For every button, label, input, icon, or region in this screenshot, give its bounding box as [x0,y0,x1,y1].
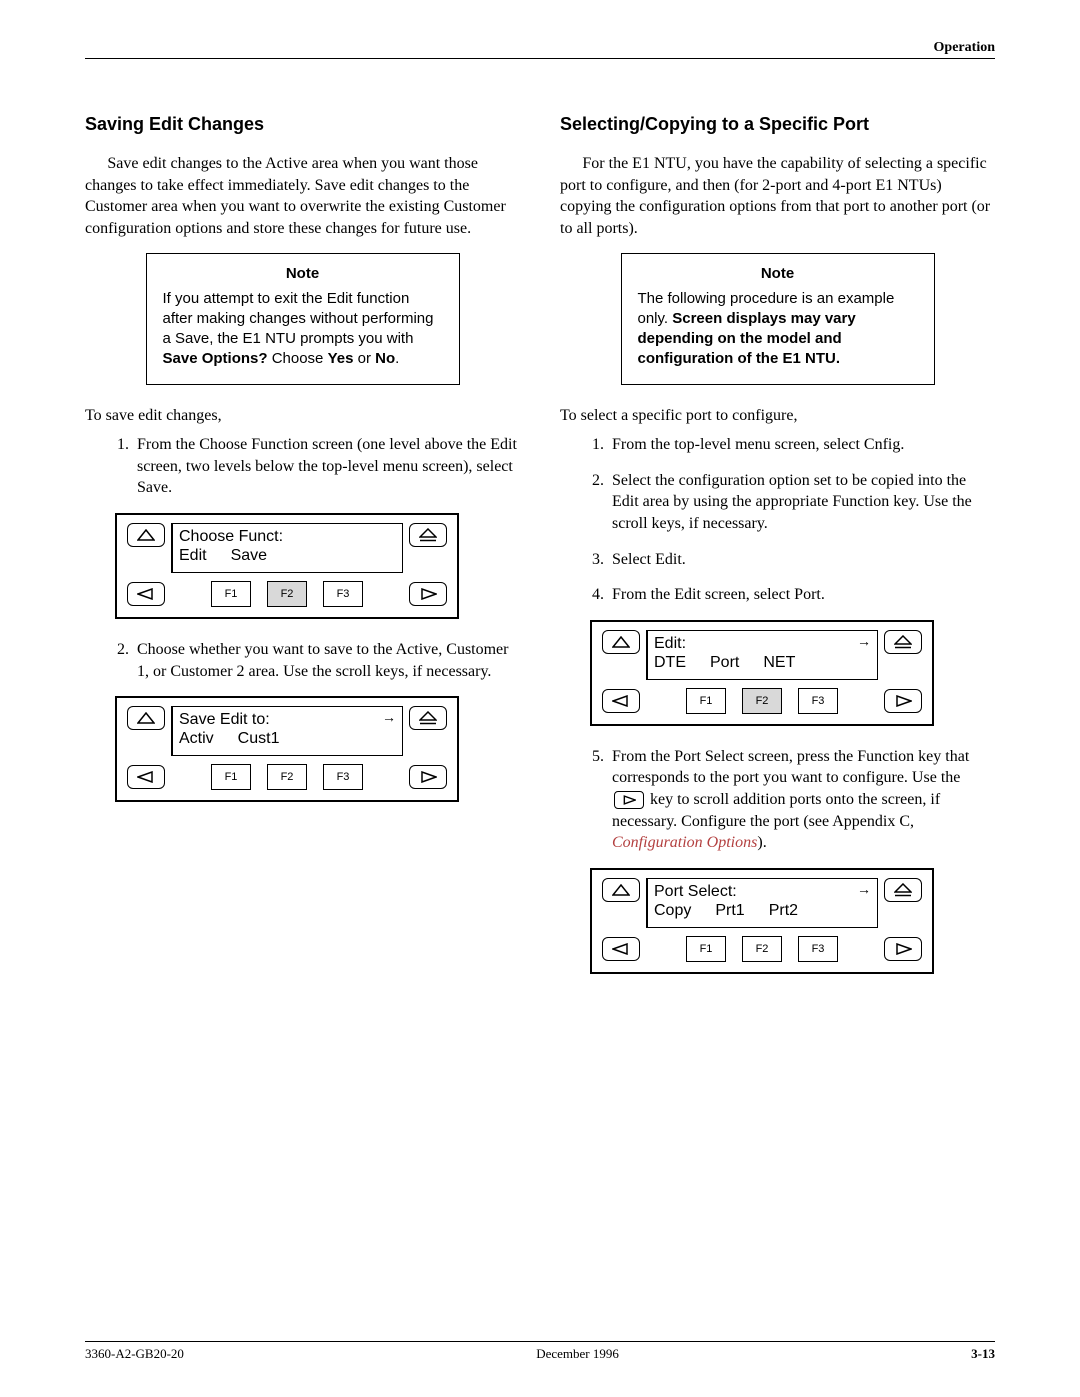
right-arrow-button[interactable] [409,582,447,606]
note-title: Note [163,264,443,284]
continue-arrow-icon: → [382,709,396,726]
left-arrow-button[interactable] [602,689,640,713]
left-arrow-button[interactable] [127,765,165,789]
left-lead: To save edit changes, [85,405,520,427]
content-columns: Saving Edit Changes Save edit changes to… [85,114,995,994]
right-arrow-button[interactable] [409,765,447,789]
up-arrow-button[interactable] [602,878,640,902]
down-arrow-button[interactable] [884,878,922,902]
lcd-panel-save-edit: → Save Edit to: Activ Cust1 [115,696,520,802]
lcd-screen: Choose Funct: Edit Save [171,523,403,573]
left-steps: From the Choose Function screen (one lev… [85,434,520,499]
right-column: Selecting/Copying to a Specific Port For… [560,114,995,994]
lcd-panel-choose-funct: Choose Funct: Edit Save [115,513,520,619]
f2-key[interactable]: F2 [742,936,782,962]
left-step-2: Choose whether you want to save to the A… [133,639,520,682]
right-steps-cont: From the Port Select screen, press the F… [560,746,995,854]
page: Operation Saving Edit Changes Save edit … [0,0,1080,1397]
right-steps: From the top-level menu screen, select C… [560,434,995,606]
f3-key[interactable]: F3 [798,936,838,962]
right-arrow-button[interactable] [884,689,922,713]
page-header: Operation [85,40,995,59]
continue-arrow-icon: → [857,633,871,650]
left-intro: Save edit changes to the Active area whe… [85,153,520,239]
footer-date: December 1996 [184,1346,971,1362]
right-heading: Selecting/Copying to a Specific Port [560,114,995,135]
up-arrow-button[interactable] [127,706,165,730]
left-arrow-button[interactable] [127,582,165,606]
f1-key[interactable]: F1 [686,688,726,714]
right-arrow-inline-icon [614,791,644,809]
left-arrow-button[interactable] [602,937,640,961]
f1-key[interactable]: F1 [211,764,251,790]
page-footer: 3360-A2-GB20-20 December 1996 3-13 [85,1341,995,1362]
left-note: Note If you attempt to exit the Edit fun… [146,253,460,384]
down-arrow-button[interactable] [884,630,922,654]
right-step-4: From the Edit screen, select Port. [608,584,995,606]
lcd-screen: → Port Select: Copy Prt1 Prt2 [646,878,878,928]
right-step-1: From the top-level menu screen, select C… [608,434,995,456]
left-heading: Saving Edit Changes [85,114,520,135]
right-step-5: From the Port Select screen, press the F… [608,746,995,854]
right-step-3: Select Edit. [608,549,995,571]
f3-key[interactable]: F3 [798,688,838,714]
f2-key[interactable]: F2 [267,764,307,790]
note-body: The following procedure is an example on… [638,289,918,370]
right-note: Note The following procedure is an examp… [621,253,935,384]
down-arrow-button[interactable] [409,523,447,547]
footer-doc-id: 3360-A2-GB20-20 [85,1346,184,1362]
f3-key[interactable]: F3 [323,764,363,790]
right-arrow-button[interactable] [884,937,922,961]
continue-arrow-icon: → [857,881,871,898]
up-arrow-button[interactable] [602,630,640,654]
lcd-screen: → Edit: DTE Port NET [646,630,878,680]
footer-page-number: 3-13 [971,1346,995,1362]
right-lead: To select a specific port to configure, [560,405,995,427]
right-intro: For the E1 NTU, you have the capability … [560,153,995,239]
lcd-panel-port-select: → Port Select: Copy Prt1 Prt2 [590,868,995,974]
note-title: Note [638,264,918,284]
header-section: Operation [934,40,995,55]
note-body: If you attempt to exit the Edit function… [163,289,443,370]
down-arrow-button[interactable] [409,706,447,730]
f1-key[interactable]: F1 [686,936,726,962]
right-step-2: Select the configuration option set to b… [608,470,995,535]
config-options-link[interactable]: Configuration Options [612,834,757,851]
f1-key[interactable]: F1 [211,581,251,607]
left-column: Saving Edit Changes Save edit changes to… [85,114,520,994]
lcd-screen: → Save Edit to: Activ Cust1 [171,706,403,756]
f3-key[interactable]: F3 [323,581,363,607]
left-step-1: From the Choose Function screen (one lev… [133,434,520,499]
lcd-panel-edit: → Edit: DTE Port NET [590,620,995,726]
left-steps-cont: Choose whether you want to save to the A… [85,639,520,682]
f2-key[interactable]: F2 [267,581,307,607]
f2-key[interactable]: F2 [742,688,782,714]
up-arrow-button[interactable] [127,523,165,547]
